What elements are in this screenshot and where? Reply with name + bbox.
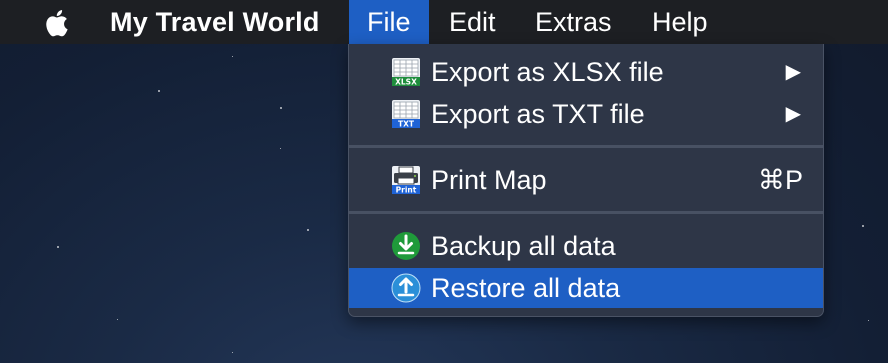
background-star (280, 107, 282, 109)
background-star (158, 90, 160, 92)
menu-item-restore[interactable]: Restore all data (349, 268, 823, 308)
svg-text:TXT: TXT (398, 120, 415, 129)
background-star (57, 246, 59, 248)
svg-text:XLSX: XLSX (395, 78, 417, 87)
background-star (232, 56, 233, 57)
background-star (862, 225, 864, 227)
menu-item-print-map[interactable]: Print Print Map ⌘P (349, 160, 823, 200)
keyboard-shortcut: ⌘P (757, 165, 803, 195)
txt-file-icon: TXT (392, 100, 420, 129)
background-star (117, 319, 118, 320)
background-star (280, 148, 281, 149)
menu-edit[interactable]: Edit (431, 0, 514, 44)
background-star (307, 229, 309, 231)
submenu-arrow-icon: ▶ (785, 103, 801, 125)
download-arrow-icon (392, 232, 420, 260)
menu-item-export-xlsx[interactable]: XLSX Export as XLSX file ▶ (349, 52, 823, 92)
menu-item-backup[interactable]: Backup all data (349, 226, 823, 266)
menu-file[interactable]: File (349, 0, 429, 44)
background-star (868, 320, 869, 321)
xlsx-file-icon: XLSX (392, 58, 420, 87)
submenu-arrow-icon: ▶ (785, 61, 801, 83)
menu-help[interactable]: Help (634, 0, 726, 44)
menu-item-label: Restore all data (431, 273, 621, 303)
menu-separator (349, 211, 823, 214)
printer-icon: Print (392, 166, 420, 195)
apple-logo-icon[interactable] (40, 7, 70, 39)
svg-text:Print: Print (396, 186, 417, 195)
menu-item-export-txt[interactable]: TXT Export as TXT file ▶ (349, 94, 823, 134)
background-star (232, 352, 233, 353)
app-name[interactable]: My Travel World (110, 0, 320, 44)
menu-item-label: Print Map (431, 165, 547, 195)
file-menu-dropdown: XLSX Export as XLSX file ▶ TXT Export as… (348, 44, 824, 317)
menu-bar: My Travel World File Edit Extras Help (0, 0, 888, 44)
menu-item-label: Backup all data (431, 231, 616, 261)
menu-item-label: Export as TXT file (431, 99, 645, 129)
upload-arrow-icon (391, 273, 421, 303)
menu-separator (349, 145, 823, 148)
menu-extras[interactable]: Extras (517, 0, 630, 44)
menu-item-label: Export as XLSX file (431, 57, 664, 87)
